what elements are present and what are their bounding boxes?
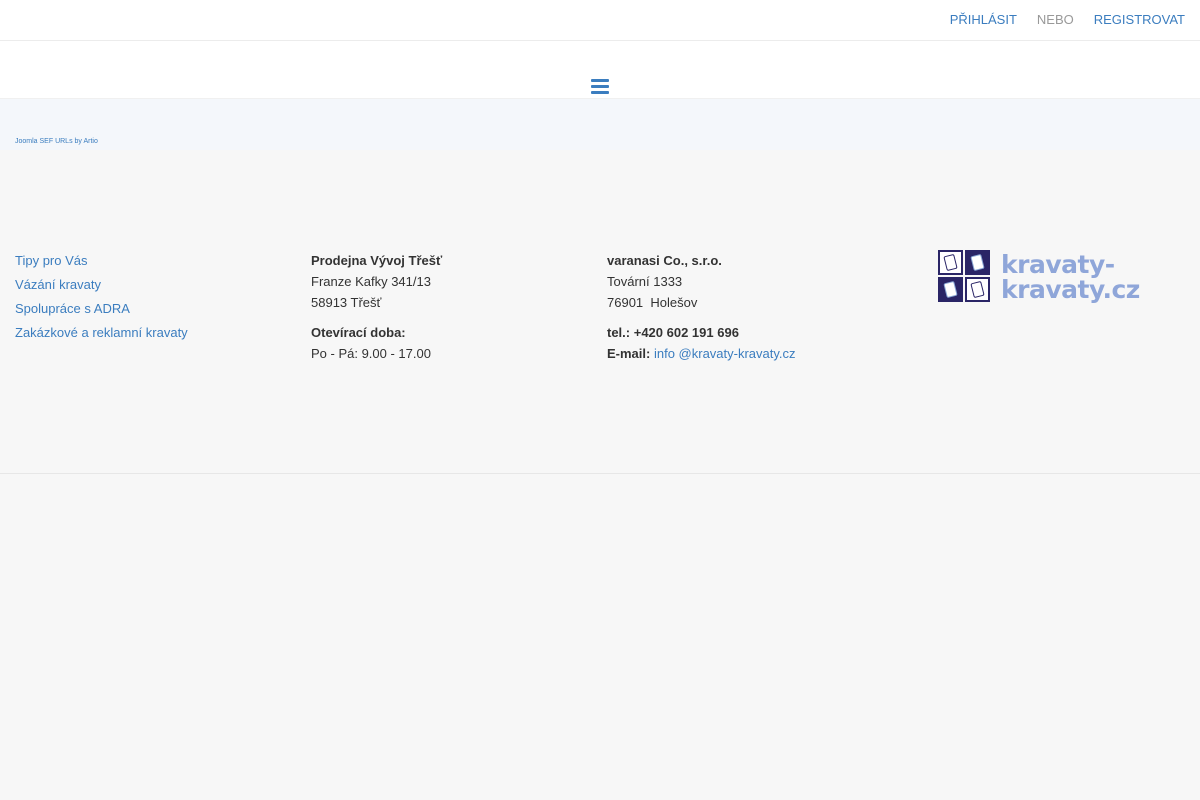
opening-hours-label: Otevírací doba: [311,325,406,340]
register-link[interactable]: REGISTROVAT [1094,12,1185,27]
phone-line: tel.: +420 602 191 696 [607,322,796,343]
logo-text: kravaty- kravaty.cz [1001,252,1140,302]
site-logo[interactable]: kravaty- kravaty.cz [938,250,1140,308]
footer-links: Tipy pro Vás Vázání kravaty Spolupráce s… [15,249,188,345]
phone-value: +420 602 191 696 [630,325,739,340]
logo-text-line1: kravaty- [1001,250,1115,279]
email-line: E-mail: info @kravaty-kravaty.cz [607,343,796,364]
logo-tiles-icon [938,250,992,304]
footer: Tipy pro Vás Vázání kravaty Spolupráce s… [0,150,1200,474]
logo-text-line2: kravaty.cz [1001,275,1140,304]
shop-name: Prodejna Vývoj Třešť [311,253,443,268]
phone-label: tel.: [607,325,631,340]
company-street: Tovární 1333 [607,274,683,289]
top-bar: PŘIHLÁSIT NEBO REGISTROVAT [0,0,1200,41]
sef-credit-link[interactable]: Joomla SEF URLs by Artio [15,138,98,145]
company-contact: varanasi Co., s.r.o. Tovární 1333 76901 … [607,250,796,364]
or-separator: NEBO [1036,12,1074,27]
hamburger-menu-icon[interactable] [591,79,609,94]
login-link[interactable]: PŘIHLÁSIT [950,12,1017,27]
shop-address: Prodejna Vývoj Třešť Franze Kafky 341/13… [311,250,442,364]
shop-city: 58913 Třešť [311,295,382,310]
main-navbar [0,41,1200,99]
shop-street: Franze Kafky 341/13 [311,274,431,289]
footer-link-custom-ties[interactable]: Zakázkové a reklamní kravaty [15,321,188,345]
company-name: varanasi Co., s.r.o. [607,253,722,268]
company-city: 76901 Holešov [607,295,698,310]
email-label: E-mail: [607,346,651,361]
footer-link-adra[interactable]: Spolupráce s ADRA [15,297,188,321]
auth-links: PŘIHLÁSIT NEBO REGISTROVAT [950,12,1185,27]
footer-link-tie-knotting[interactable]: Vázání kravaty [15,273,188,297]
sef-bar: Joomla SEF URLs by Artio [0,99,1200,150]
email-link[interactable]: info @kravaty-kravaty.cz [654,346,796,361]
footer-link-tips[interactable]: Tipy pro Vás [15,249,188,273]
opening-hours: Po - Pá: 9.00 - 17.00 [311,346,431,361]
